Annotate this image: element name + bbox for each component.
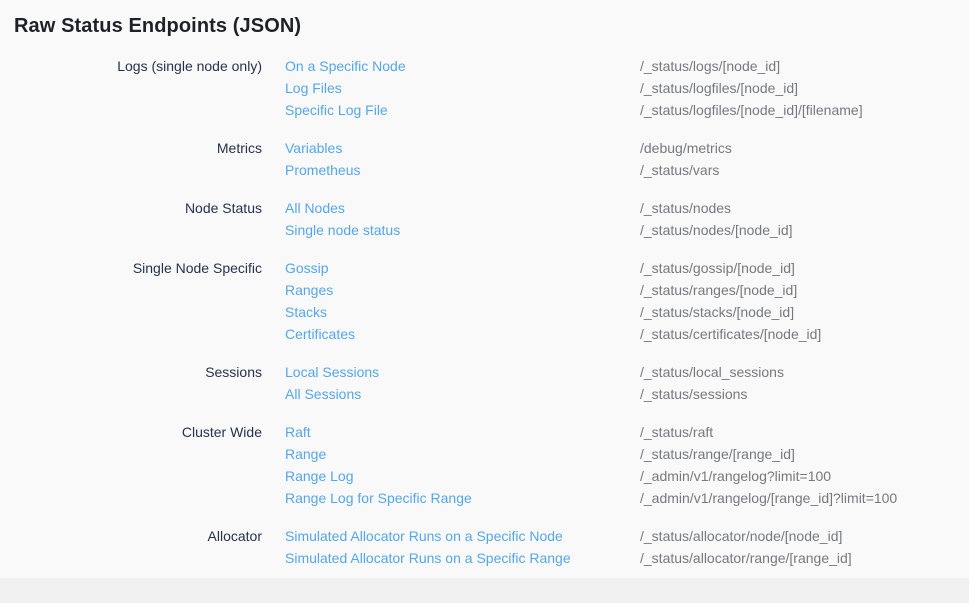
endpoint-row: Single node status /_status/nodes/[node_…: [14, 219, 969, 241]
category-label: Cluster Wide: [14, 421, 262, 443]
endpoint-path: /_status/logfiles/[node_id]: [640, 77, 969, 99]
endpoint-path: /_status/nodes/[node_id]: [640, 219, 969, 241]
endpoint-row: Node Status All Nodes /_status/nodes: [14, 197, 969, 219]
endpoint-link[interactable]: Prometheus: [285, 159, 360, 181]
endpoint-link[interactable]: Ranges: [285, 279, 333, 301]
endpoint-link[interactable]: Gossip: [285, 257, 329, 279]
endpoint-link[interactable]: Specific Log File: [285, 99, 388, 121]
endpoint-row: Cluster Wide Raft /_status/raft: [14, 421, 969, 443]
category-label: [14, 443, 262, 465]
endpoint-path: /_status/allocator/range/[range_id]: [640, 547, 969, 569]
endpoint-link[interactable]: Log Files: [285, 77, 342, 99]
endpoint-path: /_admin/v1/rangelog?limit=100: [640, 465, 969, 487]
endpoint-link[interactable]: Single node status: [285, 219, 400, 241]
endpoint-link[interactable]: Range: [285, 443, 326, 465]
category-label: [14, 323, 262, 345]
endpoint-link[interactable]: Raft: [285, 421, 311, 443]
footer-band: [0, 578, 969, 603]
category-label: [14, 301, 262, 323]
endpoint-row: Prometheus /_status/vars: [14, 159, 969, 181]
endpoint-link[interactable]: Range Log: [285, 465, 354, 487]
raw-status-endpoints-page: Raw Status Endpoints (JSON) Logs (single…: [0, 0, 969, 569]
endpoint-row: Log Files /_status/logfiles/[node_id]: [14, 77, 969, 99]
endpoint-link[interactable]: Range Log for Specific Range: [285, 487, 472, 509]
endpoint-link[interactable]: Local Sessions: [285, 361, 379, 383]
category-label: [14, 99, 262, 121]
endpoint-path: /_status/nodes: [640, 197, 969, 219]
endpoint-path: /_status/ranges/[node_id]: [640, 279, 969, 301]
category-label: Single Node Specific: [14, 257, 262, 279]
category-label: [14, 383, 262, 405]
category-label: [14, 159, 262, 181]
endpoint-row: Certificates /_status/certificates/[node…: [14, 323, 969, 345]
endpoint-link[interactable]: On a Specific Node: [285, 55, 406, 77]
endpoint-path: /_status/vars: [640, 159, 969, 181]
endpoint-path: /_status/logs/[node_id]: [640, 55, 969, 77]
category-label: Sessions: [14, 361, 262, 383]
endpoint-row: All Sessions /_status/sessions: [14, 383, 969, 405]
endpoint-row: Simulated Allocator Runs on a Specific R…: [14, 547, 969, 569]
endpoint-path: /_status/stacks/[node_id]: [640, 301, 969, 323]
category-label: [14, 465, 262, 487]
page-title: Raw Status Endpoints (JSON): [14, 12, 969, 40]
endpoint-path: /_status/certificates/[node_id]: [640, 323, 969, 345]
endpoint-row: Metrics Variables /debug/metrics: [14, 137, 969, 159]
endpoint-link[interactable]: Stacks: [285, 301, 327, 323]
endpoint-row: Ranges /_status/ranges/[node_id]: [14, 279, 969, 301]
endpoint-path: /_status/range/[range_id]: [640, 443, 969, 465]
endpoint-link[interactable]: Variables: [285, 137, 342, 159]
category-label: Metrics: [14, 137, 262, 159]
endpoint-row: Range Log /_admin/v1/rangelog?limit=100: [14, 465, 969, 487]
endpoint-row: Logs (single node only) On a Specific No…: [14, 55, 969, 77]
endpoint-path: /_status/allocator/node/[node_id]: [640, 525, 969, 547]
endpoint-table: Logs (single node only) On a Specific No…: [14, 55, 969, 569]
endpoint-row: Range Log for Specific Range /_admin/v1/…: [14, 487, 969, 509]
category-label: [14, 279, 262, 301]
endpoint-row: Range /_status/range/[range_id]: [14, 443, 969, 465]
category-label: [14, 487, 262, 509]
endpoint-row: Allocator Simulated Allocator Runs on a …: [14, 525, 969, 547]
endpoint-link[interactable]: Simulated Allocator Runs on a Specific R…: [285, 547, 571, 569]
endpoint-row: Single Node Specific Gossip /_status/gos…: [14, 257, 969, 279]
endpoint-row: Specific Log File /_status/logfiles/[nod…: [14, 99, 969, 121]
endpoint-link[interactable]: Simulated Allocator Runs on a Specific N…: [285, 525, 563, 547]
endpoint-row: Sessions Local Sessions /_status/local_s…: [14, 361, 969, 383]
endpoint-path: /debug/metrics: [640, 137, 969, 159]
endpoint-path: /_status/sessions: [640, 383, 969, 405]
endpoint-path: /_status/raft: [640, 421, 969, 443]
category-label: [14, 219, 262, 241]
endpoint-path: /_status/logfiles/[node_id]/[filename]: [640, 99, 969, 121]
category-label: [14, 547, 262, 569]
endpoint-link[interactable]: All Sessions: [285, 383, 361, 405]
endpoint-path: /_status/gossip/[node_id]: [640, 257, 969, 279]
category-label: [14, 77, 262, 99]
category-label: Logs (single node only): [14, 55, 262, 77]
endpoint-path: /_status/local_sessions: [640, 361, 969, 383]
category-label: Node Status: [14, 197, 262, 219]
endpoint-row: Stacks /_status/stacks/[node_id]: [14, 301, 969, 323]
endpoint-link[interactable]: Certificates: [285, 323, 355, 345]
category-label: Allocator: [14, 525, 262, 547]
endpoint-link[interactable]: All Nodes: [285, 197, 345, 219]
endpoint-path: /_admin/v1/rangelog/[range_id]?limit=100: [640, 487, 969, 509]
